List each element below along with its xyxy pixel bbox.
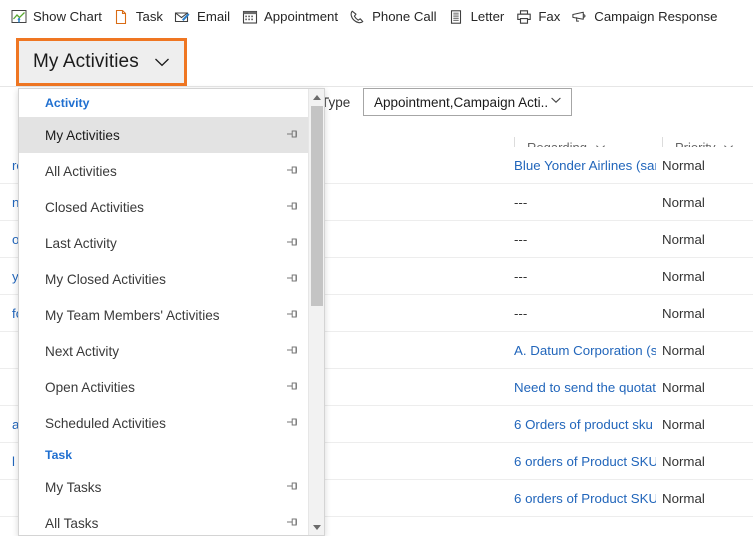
view-item-label: Next Activity <box>45 343 120 359</box>
cell-regarding[interactable]: --- <box>514 184 656 220</box>
command-label: Appointment <box>264 8 339 24</box>
view-item-my-activities[interactable]: My Activities <box>19 117 309 153</box>
view-selector-label: My Activities <box>33 51 139 72</box>
pin-icon[interactable] <box>283 479 299 495</box>
view-item-next-activity[interactable]: Next Activity <box>19 333 309 369</box>
cell-regarding[interactable]: 6 orders of Product SKU . <box>514 443 656 479</box>
view-item-label: My Tasks <box>45 479 102 495</box>
pin-icon[interactable] <box>283 515 299 531</box>
command-appointment[interactable]: Appointment <box>237 1 345 32</box>
chart-icon <box>10 8 27 25</box>
type-filter-value: Appointment,Campaign Acti... <box>374 94 549 110</box>
view-item-label: All Tasks <box>45 515 99 531</box>
view-group-header: Activity <box>45 96 90 110</box>
cell-priority: Normal <box>662 157 705 173</box>
view-item-label: Open Activities <box>45 379 135 395</box>
view-group-header: Task <box>45 448 73 462</box>
cell-regarding[interactable]: Need to send the quotati <box>514 369 656 405</box>
command-fax[interactable]: Fax <box>511 1 567 32</box>
view-item-my-tasks[interactable]: My Tasks <box>19 469 309 505</box>
pin-icon[interactable] <box>283 307 299 323</box>
view-item-my-closed-activities[interactable]: My Closed Activities <box>19 261 309 297</box>
cell-priority: Normal <box>662 490 705 506</box>
view-item-label: All Activities <box>45 163 117 179</box>
view-item-my-team-members-activities[interactable]: My Team Members' Activities <box>19 297 309 333</box>
view-item-open-activities[interactable]: Open Activities <box>19 369 309 405</box>
chevron-down-icon <box>152 52 172 72</box>
command-label: Phone Call <box>372 8 437 24</box>
pin-icon[interactable] <box>283 415 299 431</box>
command-label: Task <box>135 8 164 24</box>
command-show-chart[interactable]: Show Chart <box>6 1 109 32</box>
cell-regarding[interactable]: 6 Orders of product sku J <box>514 406 656 442</box>
view-item-closed-activities[interactable]: Closed Activities <box>19 189 309 225</box>
pin-icon[interactable] <box>283 163 299 179</box>
cell-priority: Normal <box>662 453 705 469</box>
cell-regarding[interactable]: 6 orders of Product SKU . <box>514 480 656 516</box>
scrollbar-thumb[interactable] <box>311 106 323 306</box>
email-icon <box>174 8 191 25</box>
command-label: Show Chart <box>33 8 102 24</box>
task-icon <box>113 8 130 25</box>
pin-icon[interactable] <box>283 235 299 251</box>
view-item-all-tasks[interactable]: All Tasks <box>19 505 309 535</box>
command-label: Campaign Response <box>594 8 718 24</box>
pin-icon[interactable] <box>283 379 299 395</box>
cell-priority: Normal <box>662 305 705 321</box>
view-item-label: Last Activity <box>45 235 117 251</box>
cell-regarding[interactable]: --- <box>514 295 656 331</box>
cell-priority: Normal <box>662 231 705 247</box>
cell-priority: Normal <box>662 342 705 358</box>
pin-icon[interactable] <box>283 343 299 359</box>
view-item-last-activity[interactable]: Last Activity <box>19 225 309 261</box>
view-item-label: Scheduled Activities <box>45 415 166 431</box>
command-label: Fax <box>538 8 561 24</box>
cell-priority: Normal <box>662 268 705 284</box>
campaign-response-icon <box>571 8 588 25</box>
scroll-up-arrow[interactable] <box>309 89 324 105</box>
cell-priority: Normal <box>662 379 705 395</box>
pin-icon[interactable] <box>283 199 299 215</box>
cell-priority: Normal <box>662 416 705 432</box>
view-selector-button[interactable]: My Activities <box>16 38 187 86</box>
view-item-label: Closed Activities <box>45 199 144 215</box>
view-item-scheduled-activities[interactable]: Scheduled Activities <box>19 405 309 441</box>
type-filter-select[interactable]: Appointment,Campaign Acti... <box>363 88 572 116</box>
command-email[interactable]: Email <box>170 1 237 32</box>
view-item-label: My Activities <box>45 127 120 143</box>
view-item-all-activities[interactable]: All Activities <box>19 153 309 189</box>
type-filter-label: Type <box>321 95 351 110</box>
view-item-label: My Team Members' Activities <box>45 307 220 323</box>
view-item-label: My Closed Activities <box>45 271 166 287</box>
pin-icon[interactable] <box>283 271 299 287</box>
command-label: Letter <box>470 8 505 24</box>
command-campaign-response[interactable]: Campaign Response <box>567 1 724 32</box>
chevron-down-icon <box>549 93 563 112</box>
command-bar: Show Chart Task Email Appointment Phone Call… <box>0 0 753 33</box>
cell-regarding[interactable]: --- <box>514 221 656 257</box>
cell-priority: Normal <box>662 194 705 210</box>
command-phone-call[interactable]: Phone Call <box>345 1 444 32</box>
view-selector-dropdown: Activity My Activities All Activities Close… <box>18 88 325 536</box>
cell-regarding[interactable]: A. Datum Corporation (sa <box>514 332 656 368</box>
dropdown-scrollbar[interactable] <box>308 89 324 535</box>
cell-regarding[interactable]: --- <box>514 258 656 294</box>
cell-regarding[interactable]: Blue Yonder Airlines (sam <box>514 147 656 183</box>
pin-icon[interactable] <box>283 127 299 143</box>
view-list: Activity My Activities All Activities Close… <box>19 89 309 535</box>
fax-icon <box>515 8 532 25</box>
letter-icon <box>448 8 465 25</box>
command-letter[interactable]: Letter <box>444 1 512 32</box>
command-label: Email <box>197 8 231 24</box>
phone-icon <box>349 8 366 25</box>
calendar-icon <box>241 8 258 25</box>
scroll-down-arrow[interactable] <box>309 519 324 535</box>
command-task[interactable]: Task <box>109 1 170 32</box>
